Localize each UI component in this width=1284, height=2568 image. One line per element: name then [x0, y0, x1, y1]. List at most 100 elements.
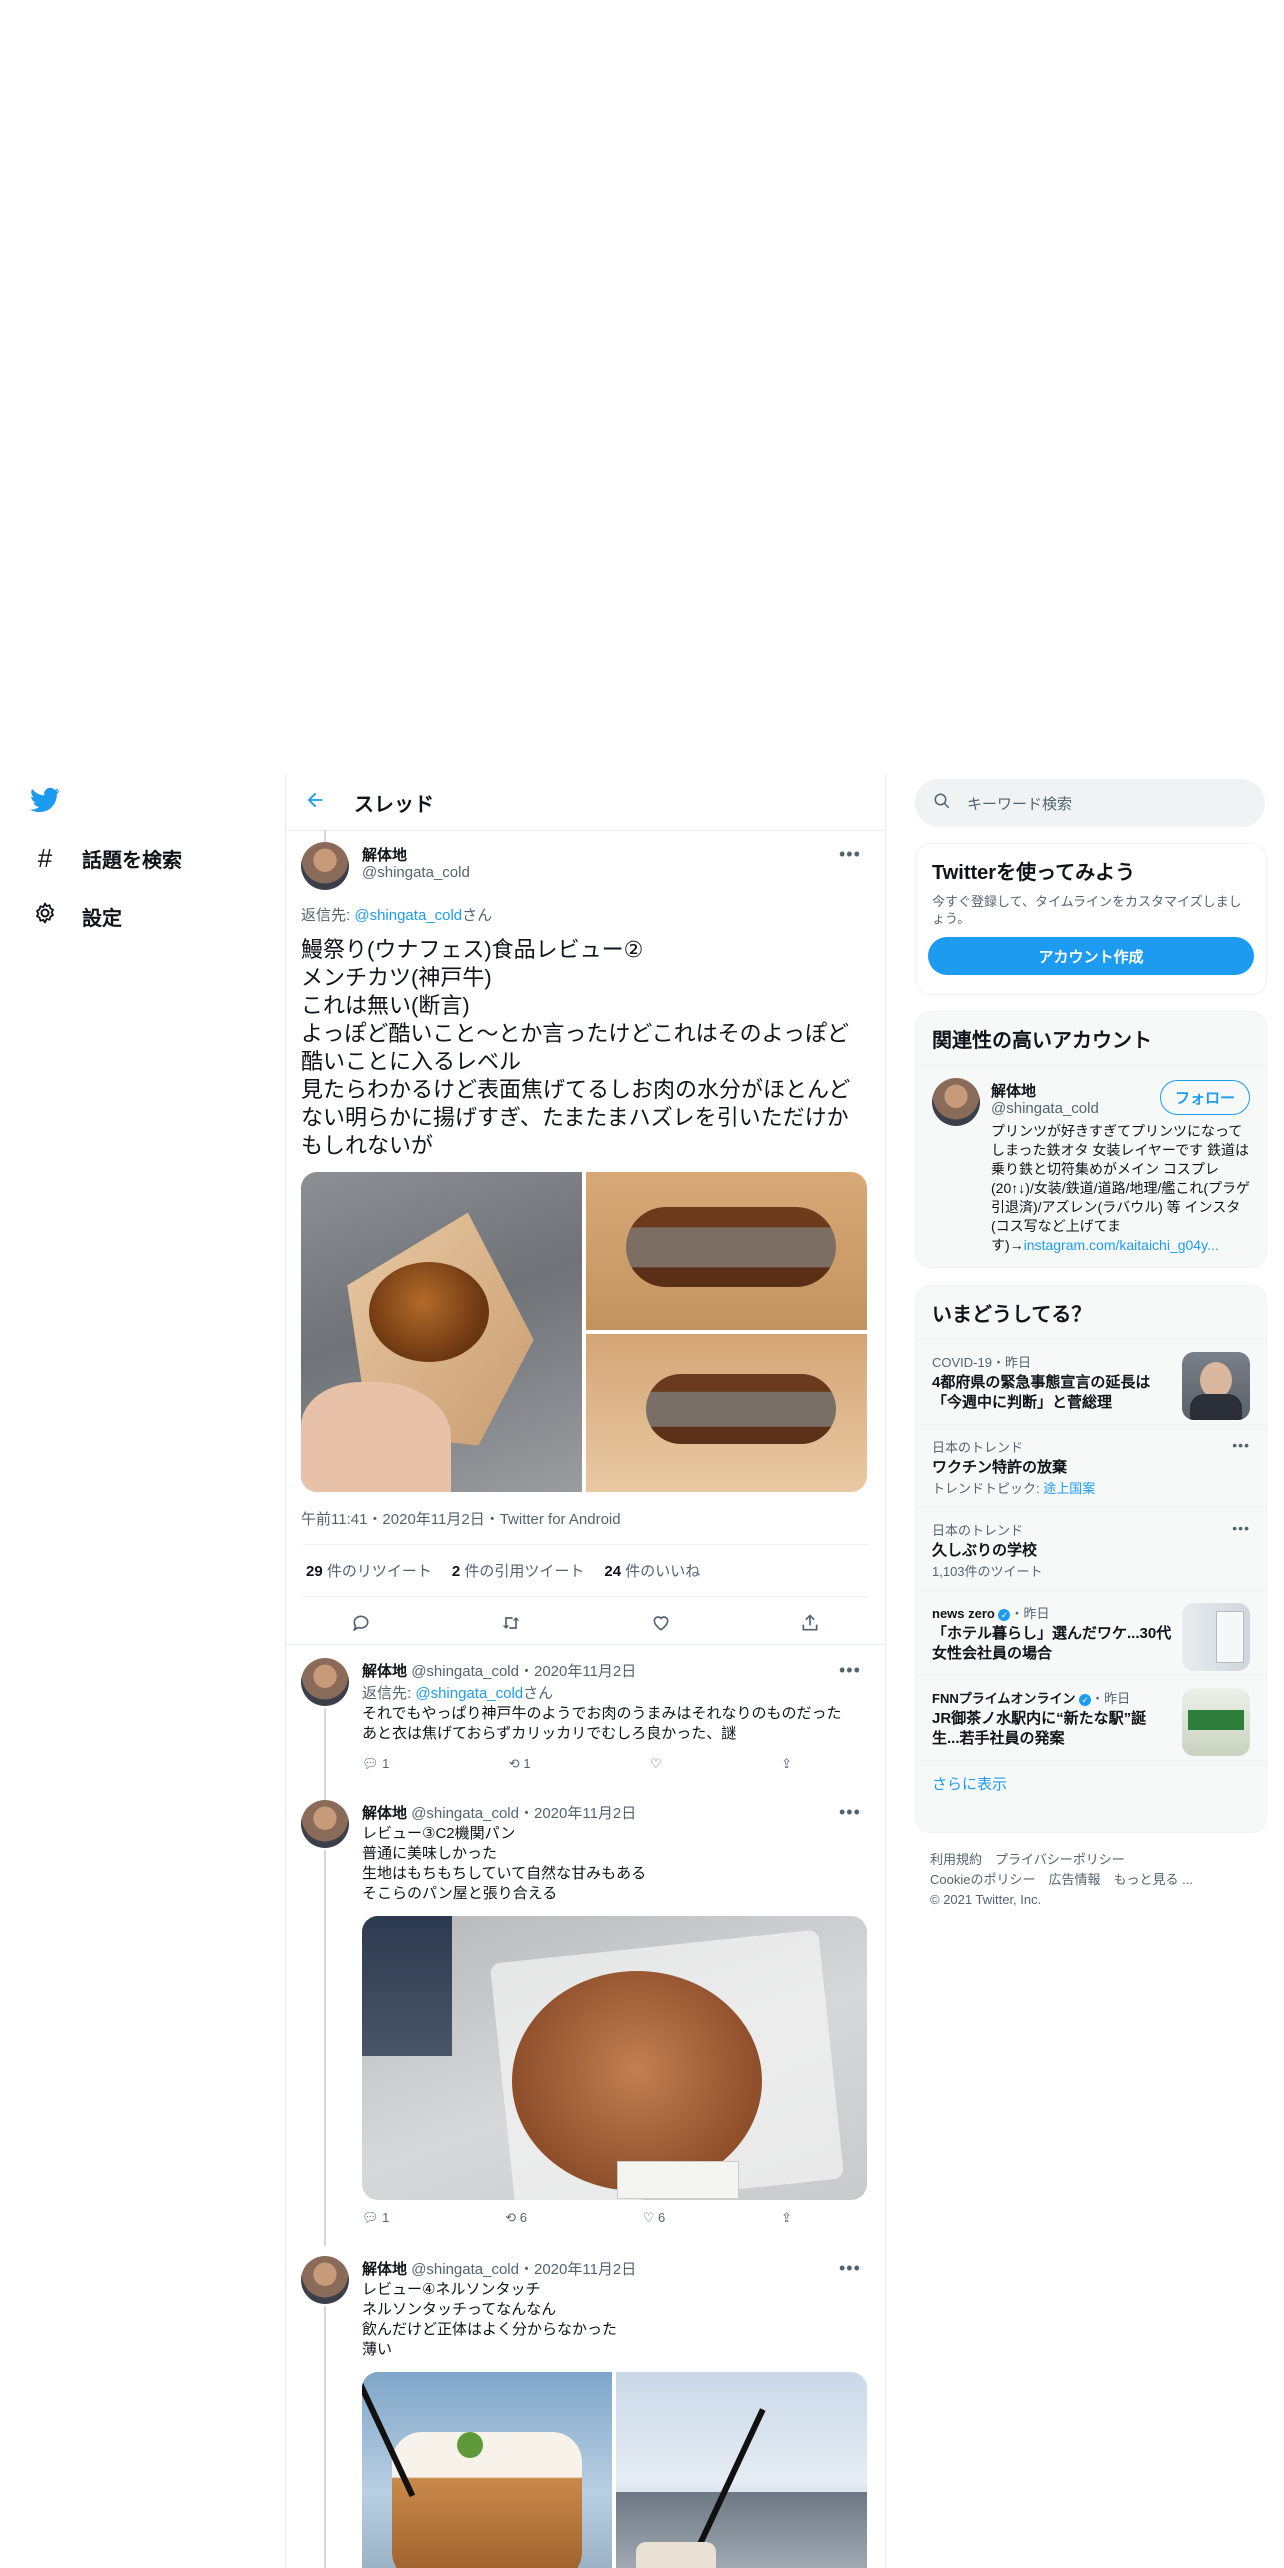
- avatar[interactable]: [301, 1800, 349, 1848]
- share-icon[interactable]: ⇪: [781, 2210, 792, 2226]
- trends-title: いまどうしてる？: [932, 1304, 1092, 1326]
- drink-photo-2[interactable]: [616, 2372, 867, 2568]
- thread-connector: [324, 2306, 326, 2568]
- avatar[interactable]: [301, 1658, 349, 1706]
- account-handle[interactable]: @shingata_cold: [991, 1100, 1099, 1117]
- reply-mention-link[interactable]: @shingata_cold: [415, 1685, 523, 1702]
- verified-icon: ✓: [1079, 1694, 1092, 1706]
- quotes-label: 件の引用ツイート: [464, 1563, 585, 1580]
- retweets-count: 29: [306, 1563, 323, 1580]
- reply-text-line: それでもやっぱり神戸牛のようでお肉のうまみはそれなりのものだった: [362, 1705, 842, 1722]
- nav-settings[interactable]: 設定: [30, 901, 122, 931]
- retweets-stat[interactable]: 29 件のリツイート: [306, 1560, 432, 1581]
- reply-handle-date[interactable]: @shingata_cold・2020年11月2日: [411, 1663, 636, 1680]
- trend-title: 久しぶりの学校: [932, 1542, 1038, 1559]
- relevant-account[interactable]: 解体地 @shingata_cold フォロー プリンツが好きすぎてプリンツにな…: [916, 1065, 1266, 1266]
- trend-item[interactable]: 日本のトレンド 久しぶりの学校 1,103件のツイート •••: [916, 1507, 1266, 1590]
- trend-item[interactable]: news zero ✓ ・昨日 「ホテル暮らし」選んだワケ...30代女性会社員の…: [916, 1590, 1266, 1675]
- reply-context: 返信先: @shingata_coldさん: [301, 904, 492, 925]
- trend-sub: トレンドトピック: 途上国案: [932, 1478, 1250, 1497]
- thread-connector: [324, 1708, 326, 1804]
- bread-photo[interactable]: [362, 1916, 867, 2200]
- signup-desc: 今すぐ登録して、タイムラインをカスタマイズしましょう。: [932, 894, 1242, 926]
- menchi-photo-3[interactable]: [586, 1334, 867, 1492]
- tweet-stats: 29 件のリツイート 2 件の引用ツイート 24 件のいいね: [306, 1560, 700, 1581]
- quotes-stat[interactable]: 2 件の引用ツイート: [452, 1560, 585, 1581]
- like-icon[interactable]: ♡ 6: [643, 2210, 666, 2226]
- menchi-photo-1[interactable]: [301, 1172, 582, 1492]
- reply-suffix: さん: [462, 907, 493, 924]
- trend-topic-link[interactable]: 途上国案: [1043, 1481, 1095, 1496]
- tweet-author[interactable]: 解体地: [362, 844, 407, 865]
- footer-line[interactable]: Cookieのポリシー 広告情報 もっと見る ...: [930, 1870, 1193, 1890]
- trend-item[interactable]: 日本のトレンド ワクチン特許の放棄 トレンドトピック: 途上国案 •••: [916, 1424, 1266, 1507]
- nav-settings-label: 設定: [82, 907, 122, 930]
- follow-button[interactable]: フォロー: [1159, 1080, 1250, 1115]
- divider: [301, 1596, 868, 1597]
- retweet-icon[interactable]: ⟲ 1: [509, 1756, 531, 1772]
- reply-icon[interactable]: [351, 1613, 371, 1636]
- tweet-handle[interactable]: @shingata_cold: [362, 864, 470, 881]
- reply-author[interactable]: 解体地: [362, 2261, 407, 2278]
- more-icon[interactable]: •••: [1232, 1520, 1250, 1536]
- reply-mention-link[interactable]: @shingata_cold: [354, 907, 462, 924]
- reply-text-line: そこらのパン屋と張り合える: [362, 1885, 558, 1902]
- retweet-icon[interactable]: [500, 1613, 522, 1636]
- reply-text-line: ネルソンタッチってなんなん: [362, 2301, 557, 2318]
- reply-text: それでもやっぱり神戸牛のようでお肉のうまみはそれなりのものだった あと衣は焦げて…: [362, 1704, 867, 1744]
- footer: 利用規約 プライバシーポリシー Cookieのポリシー 広告情報 もっと見る .…: [930, 1850, 1193, 1910]
- reply-icon[interactable]: 💬︎ 1: [362, 1756, 389, 1772]
- search-input[interactable]: キーワード検索: [967, 793, 1072, 814]
- nav-explore[interactable]: # 話題を検索: [30, 843, 182, 874]
- account-bio: プリンツが好きすぎてプリンツになってしまった鉄オタ 女装レイヤーです 鉄道は乗り…: [991, 1122, 1253, 1255]
- thread-header: スレッド: [286, 774, 885, 831]
- more-icon[interactable]: •••: [839, 1660, 861, 1681]
- reply-text-line: 飲んだけど正体はよく分からなかった: [362, 2321, 618, 2338]
- trend-item[interactable]: FNNプライムオンライン ✓ ・昨日 JR御茶ノ水駅内に“新たな駅”誕生...若手…: [916, 1675, 1266, 1760]
- more-icon[interactable]: •••: [839, 2258, 861, 2279]
- share-icon[interactable]: [800, 1613, 820, 1636]
- like-icon[interactable]: [651, 1613, 671, 1636]
- retweet-icon[interactable]: ⟲ 6: [505, 2210, 527, 2226]
- reply-text-line: 普通に美味しかった: [362, 1845, 498, 1862]
- tweet-text-line: 鰻祭り(ウナフェス)食品レビュー②: [301, 937, 644, 962]
- reply-text-line: 薄い: [362, 2341, 393, 2358]
- trend-category: 日本のトレンド: [932, 1523, 1024, 1538]
- drink-photo-1[interactable]: [362, 2372, 612, 2568]
- menchi-photo-2[interactable]: [586, 1172, 867, 1330]
- tweet-text-line: よっぽど酷いこと〜とか言ったけどこれはそのよっぽど酷いことに入るレベル: [301, 1021, 850, 1074]
- footer-line[interactable]: 利用規約 プライバシーポリシー: [930, 1850, 1193, 1870]
- avatar[interactable]: [932, 1078, 980, 1126]
- show-more-link[interactable]: さらに表示: [916, 1760, 1266, 1815]
- share-icon[interactable]: ⇪: [781, 1756, 792, 1772]
- thread-connector: [324, 1850, 326, 2246]
- signup-title: Twitterを使ってみよう: [932, 862, 1136, 884]
- reply-handle-date[interactable]: @shingata_cold・2020年11月2日: [411, 1805, 636, 1822]
- tweet-text-line: メンチカツ(神戸牛): [301, 965, 492, 990]
- account-name[interactable]: 解体地: [991, 1080, 1036, 1101]
- back-arrow-icon[interactable]: [304, 789, 328, 816]
- like-icon[interactable]: ♡: [650, 1756, 662, 1772]
- trend-time: ・昨日: [1091, 1691, 1131, 1706]
- more-icon[interactable]: •••: [1232, 1437, 1250, 1453]
- reply-handle-date[interactable]: @shingata_cold・2020年11月2日: [411, 2261, 636, 2278]
- avatar[interactable]: [301, 2256, 349, 2304]
- more-icon[interactable]: •••: [839, 1802, 861, 1823]
- reply-icon[interactable]: 💬︎ 1: [362, 2210, 389, 2226]
- reply-author[interactable]: 解体地: [362, 1663, 407, 1680]
- reply-header: 解体地 @shingata_cold・2020年11月2日: [362, 1802, 636, 1823]
- trend-thumbnail: [1182, 1352, 1250, 1420]
- bio-link[interactable]: instagram.com/kaitaichi_g04y...: [1024, 1237, 1219, 1253]
- more-icon[interactable]: •••: [839, 844, 861, 865]
- drink-media-grid[interactable]: [362, 2372, 867, 2568]
- twitter-logo-icon[interactable]: [30, 785, 60, 820]
- trend-title: 4都府県の緊急事態宣言の延長は「今週中に判断」と菅総理: [932, 1374, 1151, 1411]
- likes-stat[interactable]: 24 件のいいね: [604, 1560, 700, 1581]
- search-box[interactable]: キーワード検索: [915, 779, 1265, 827]
- avatar[interactable]: [301, 842, 349, 890]
- tweet-media-grid[interactable]: [301, 1172, 867, 1492]
- create-account-button[interactable]: アカウント作成: [928, 937, 1254, 975]
- tweet-text: 鰻祭り(ウナフェス)食品レビュー② メンチカツ(神戸牛) これは無い(断言) よ…: [301, 936, 861, 1160]
- reply-author[interactable]: 解体地: [362, 1805, 407, 1822]
- trend-item[interactable]: COVID-19・昨日 4都府県の緊急事態宣言の延長は「今週中に判断」と菅総理: [916, 1339, 1266, 1424]
